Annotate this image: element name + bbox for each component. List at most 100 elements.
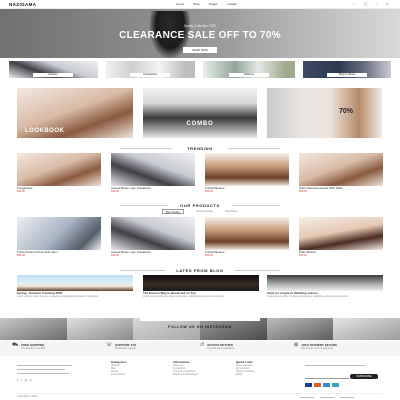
footer-bottom-link[interactable] <box>300 396 314 398</box>
copyright-text: Copyright © 2025 <box>17 395 38 398</box>
divider <box>232 205 280 206</box>
instagram-strip <box>0 318 400 340</box>
pinterest-icon[interactable]: p <box>30 379 32 382</box>
category-card-watches[interactable]: Watches <box>203 61 295 78</box>
site-header: NAZIGAMA Home Shop Pages Contact ⌕ ◯ ♡ ⊡ <box>0 0 400 9</box>
nav-item-contact[interactable]: Contact <box>227 3 237 7</box>
trending-product-card: Sunglasses $39.00 <box>17 187 101 193</box>
cart-icon[interactable]: ⊡ <box>386 3 389 6</box>
truck-icon: ⛟ <box>12 342 19 348</box>
category-label: Accessories <box>130 73 170 77</box>
trending-product-image[interactable] <box>17 153 101 186</box>
hero-shop-button[interactable]: SHOP NOW <box>183 47 217 53</box>
trending-product-image[interactable] <box>205 153 289 186</box>
user-icon[interactable]: ◯ <box>364 3 367 6</box>
footer-bottom-link[interactable] <box>320 396 334 398</box>
category-label: Fashion <box>33 73 73 77</box>
product-price: $25.00 <box>205 254 213 258</box>
payment-icons <box>305 383 339 387</box>
subscribe-button[interactable]: SUBSCRIBE <box>350 374 378 379</box>
footer-link[interactable]: Returns & Exchanges <box>173 373 223 376</box>
blog-post-image[interactable] <box>143 275 259 291</box>
banner-discount[interactable]: 70% <box>267 88 382 138</box>
instagram-photo[interactable] <box>333 318 400 340</box>
product-card: Wide Beanie $29.00 <box>299 251 383 257</box>
hero-eyebrow: Spring Collection 2025 <box>183 24 217 28</box>
footer-link[interactable]: Accessories <box>111 373 161 376</box>
category-card-bags[interactable]: Bags & Shoes <box>303 61 391 78</box>
facebook-icon[interactable]: f <box>17 379 18 382</box>
divider <box>17 393 383 394</box>
divider <box>120 205 168 206</box>
feature-text: For all oder over $99 <box>21 347 46 351</box>
product-image[interactable] <box>299 217 383 250</box>
trending-product-card: Casual Basic Logo Sweatshirt $49.00 <box>111 187 195 193</box>
instagram-photo[interactable] <box>200 318 267 340</box>
blog-post-card: Spring - Summer Trending 2025 Lorem ipsu… <box>17 292 133 298</box>
product-image[interactable] <box>205 217 289 250</box>
banner-title: 70% <box>339 108 354 115</box>
banner-combo[interactable]: COMBO <box>143 88 257 138</box>
section-title-our-products: OUR PRODUCTS <box>180 203 220 208</box>
blog-post-image[interactable] <box>267 275 383 291</box>
tab-new-arrivals[interactable]: New Arrivals <box>196 209 213 214</box>
features-bar: ⛟ FREE SHIPPING For all oder over $99 ☏ S… <box>0 341 400 356</box>
footer-text-line <box>305 365 365 366</box>
mastercard-icon <box>314 383 321 387</box>
site-logo[interactable]: NAZIGAMA <box>9 2 36 7</box>
product-card: Knitted Beanie $25.00 <box>205 251 289 257</box>
divider <box>228 148 280 149</box>
nav-item-home[interactable]: Home <box>176 3 184 7</box>
category-card-fashion[interactable]: Fashion <box>9 61 98 78</box>
product-price: $59.00 <box>299 190 307 194</box>
trending-product-card: Knitted Beanie $25.00 <box>205 187 289 193</box>
section-title-instagram[interactable]: FOLLOW US ON INSTAGRAM <box>168 325 232 329</box>
hero-title: CLEARANCE SALE OFF TO 70% <box>119 30 281 41</box>
social-icons: f t ◎ p <box>17 379 32 382</box>
instagram-title-box: FOLLOW US ON INSTAGRAM <box>140 315 260 329</box>
product-price: $49.00 <box>111 190 119 194</box>
feature-item: ⛟ FREE SHIPPING For all oder over $99 <box>12 342 106 353</box>
product-image[interactable] <box>17 217 101 250</box>
footer-text-line <box>17 373 69 374</box>
feature-text: We ensure secure payment <box>301 347 333 351</box>
footer-column-quick-links: Quick Links Store Location My Account Or… <box>236 361 286 376</box>
product-price: $45.00 <box>17 254 25 258</box>
twitter-icon[interactable]: t <box>21 379 22 382</box>
heart-icon[interactable]: ♡ <box>375 3 378 6</box>
instagram-photo[interactable] <box>133 318 201 340</box>
divider <box>120 270 165 271</box>
instagram-photo[interactable] <box>66 318 134 340</box>
product-image[interactable] <box>111 217 195 250</box>
footer-bottom-link[interactable] <box>340 396 354 398</box>
feature-text: Dedicated support <box>115 347 137 351</box>
search-icon[interactable]: ⌕ <box>353 3 355 6</box>
hero-banner: Spring Collection 2025 CLEARANCE SALE OF… <box>0 9 400 58</box>
blog-post-excerpt: Lorem ipsum dolor sit amet consectetur a… <box>267 295 349 299</box>
footer-column-information: Information About us Contact us Terms & … <box>173 361 223 376</box>
blog-post-image[interactable] <box>17 275 133 291</box>
section-title-trending: TRENDING <box>187 146 213 151</box>
feature-item: ⊠ 100% PAYMENT SECURE We ensure secure pa… <box>294 342 388 353</box>
footer-link[interactable]: FAQs <box>236 373 286 376</box>
trending-product-image[interactable] <box>299 153 383 186</box>
instagram-icon[interactable]: ◎ <box>25 379 27 382</box>
return-icon: ↺ <box>200 342 205 348</box>
instagram-photo[interactable] <box>0 318 67 340</box>
footer-column-categories: Categories Women Men Shoes Accessories <box>111 361 161 376</box>
product-card: Casual Basic Logo Sweatshirt $49.00 <box>111 251 195 257</box>
nav-item-pages[interactable]: Pages <box>209 3 218 7</box>
tab-top-rated[interactable]: Top Rated <box>225 209 239 214</box>
tab-best-seller[interactable]: Best Seller <box>161 209 185 214</box>
banner-lookbook[interactable]: LOOKBOOK <box>17 88 133 138</box>
nav-item-shop[interactable]: Shop <box>193 3 200 7</box>
product-tabs: Best Seller New Arrivals Top Rated <box>134 209 266 214</box>
product-price: $49.00 <box>111 254 119 258</box>
category-card-accessories[interactable]: Accessories <box>106 61 195 78</box>
instagram-photo[interactable] <box>266 318 334 340</box>
trending-product-image[interactable] <box>111 153 195 186</box>
newsletter-email-input[interactable] <box>305 374 349 379</box>
main-nav: Home Shop Pages Contact <box>176 3 266 7</box>
divider <box>120 148 172 149</box>
lock-icon: ⊠ <box>294 342 299 348</box>
